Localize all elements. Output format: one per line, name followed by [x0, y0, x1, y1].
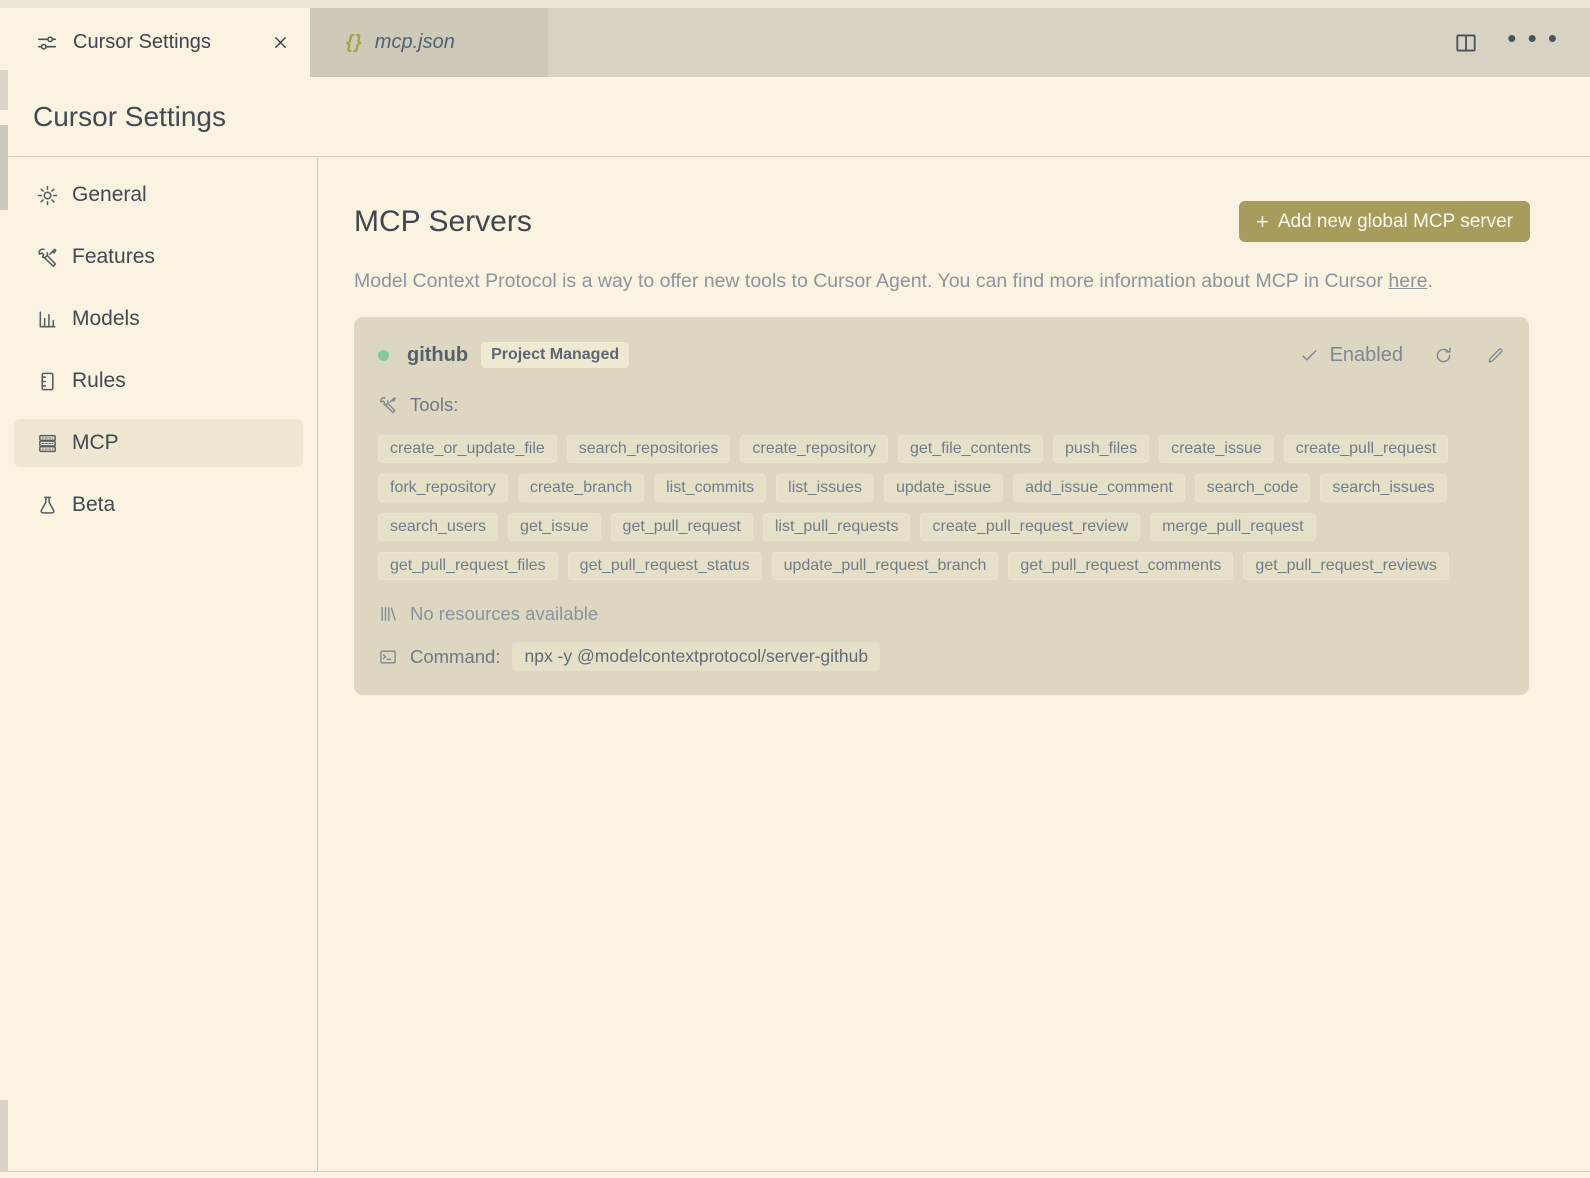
enabled-toggle[interactable]: Enabled	[1300, 344, 1403, 367]
tab-label: Cursor Settings	[73, 31, 211, 53]
tools-icon	[378, 395, 398, 415]
enabled-label: Enabled	[1329, 343, 1403, 366]
server-name: github	[407, 343, 469, 366]
command-value: npx -y @modelcontextprotocol/server-gith…	[512, 642, 881, 671]
sidebar-item-features[interactable]: Features	[14, 233, 303, 281]
edge-sliver	[0, 1100, 8, 1172]
tool-tag: list_pull_requests	[762, 513, 911, 541]
sliders-icon	[36, 32, 58, 54]
tool-tag: merge_pull_request	[1150, 513, 1316, 541]
bar-chart-icon	[36, 308, 59, 331]
sidebar-item-label: Features	[72, 245, 155, 268]
gear-icon	[36, 184, 59, 207]
page-header: Cursor Settings	[0, 77, 1590, 157]
page-title: Cursor Settings	[33, 100, 226, 132]
split-editor-icon[interactable]	[1453, 30, 1479, 56]
mcp-server-card-github: github Project Managed Enabled Tools: cr…	[354, 317, 1529, 695]
section-title: MCP Servers	[354, 204, 532, 238]
more-actions-icon[interactable]: • • •	[1507, 25, 1560, 58]
mcp-section-header: MCP Servers + Add new global MCP server	[354, 201, 1530, 242]
tool-tag: search_code	[1194, 474, 1311, 502]
sidebar-item-label: MCP	[72, 431, 119, 454]
tab-mcp-json[interactable]: {} mcp.json	[310, 8, 548, 77]
tools-tag-list: create_or_update_file search_repositorie…	[378, 435, 1505, 580]
terminal-icon	[378, 647, 398, 667]
sidebar-item-label: Rules	[72, 369, 126, 392]
sidebar-item-models[interactable]: Models	[14, 295, 303, 343]
description-period: .	[1427, 270, 1433, 292]
tools-row: Tools:	[378, 394, 1505, 416]
tool-tag: get_pull_request_comments	[1008, 552, 1234, 580]
tool-tag: list_issues	[776, 474, 874, 502]
tool-tag: create_or_update_file	[378, 435, 557, 463]
tool-tag: push_files	[1053, 435, 1150, 463]
server-card-actions: Enabled	[1300, 344, 1505, 367]
resources-text: No resources available	[410, 603, 599, 624]
tab-label: mcp.json	[374, 31, 455, 53]
tool-tag: create_pull_request	[1283, 435, 1449, 463]
tool-tag: create_repository	[740, 435, 889, 463]
mcp-description: Model Context Protocol is a way to offer…	[354, 264, 1529, 299]
tool-tag: create_pull_request_review	[920, 513, 1141, 541]
tool-tag: update_pull_request_branch	[771, 552, 999, 580]
close-icon[interactable]	[271, 33, 290, 52]
add-button-label: Add new global MCP server	[1277, 210, 1513, 232]
tools-label: Tools:	[410, 394, 459, 415]
command-label: Command:	[410, 645, 501, 667]
resources-row: No resources available	[378, 603, 1505, 625]
tool-tag: get_pull_request_files	[378, 552, 558, 580]
tool-tag: create_issue	[1159, 435, 1274, 463]
server-stack-icon	[36, 432, 59, 455]
tool-tag: search_repositories	[566, 435, 731, 463]
rules-icon	[36, 370, 59, 393]
settings-body: General Features Models Rules MCP Beta M…	[0, 158, 1590, 1172]
sidebar-item-rules[interactable]: Rules	[14, 357, 303, 405]
sidebar-item-beta[interactable]: Beta	[14, 481, 303, 529]
refresh-icon[interactable]	[1433, 345, 1454, 366]
tool-tag: search_users	[378, 513, 499, 541]
tool-tag: list_commits	[654, 474, 767, 502]
edge-sliver	[0, 125, 8, 210]
add-global-mcp-server-button[interactable]: + Add new global MCP server	[1238, 201, 1530, 242]
tool-tag: get_file_contents	[898, 435, 1044, 463]
tool-tag: create_branch	[517, 474, 645, 502]
tool-tag: fork_repository	[378, 474, 508, 502]
editor-tab-bar: Cursor Settings {} mcp.json • • •	[8, 8, 1590, 77]
sidebar-item-mcp[interactable]: MCP	[14, 419, 303, 467]
tool-tag: get_pull_request_status	[567, 552, 762, 580]
tools-icon	[36, 246, 59, 269]
sidebar-item-general[interactable]: General	[14, 171, 303, 219]
tab-cursor-settings[interactable]: Cursor Settings	[8, 8, 310, 77]
server-card-header: github Project Managed Enabled	[378, 341, 1505, 369]
cursor-settings-window: Cursor Settings {} mcp.json • • • Cursor…	[0, 0, 1590, 1178]
here-link[interactable]: here	[1388, 270, 1427, 292]
edge-sliver	[0, 70, 8, 110]
check-icon	[1302, 349, 1317, 360]
mcp-settings-panel: MCP Servers + Add new global MCP server …	[318, 158, 1590, 1171]
window-top-strip	[0, 0, 1590, 8]
tab-bar-actions: • • •	[1453, 8, 1590, 77]
json-braces-icon: {}	[346, 31, 363, 53]
tool-tag: get_pull_request	[610, 513, 753, 541]
sidebar-item-label: General	[72, 183, 147, 206]
flask-icon	[36, 494, 59, 517]
plus-icon: +	[1255, 208, 1269, 234]
library-icon	[378, 604, 398, 624]
tool-tag: get_pull_request_reviews	[1243, 552, 1449, 580]
tool-tag: get_issue	[508, 513, 601, 541]
settings-sidebar: General Features Models Rules MCP Beta	[0, 158, 318, 1171]
command-row: Command: npx -y @modelcontextprotocol/se…	[378, 642, 1505, 671]
tool-tag: search_issues	[1320, 474, 1447, 502]
edit-pencil-icon[interactable]	[1486, 346, 1505, 365]
tool-tag: add_issue_comment	[1013, 474, 1185, 502]
tool-tag: update_issue	[883, 474, 1004, 502]
sidebar-item-label: Beta	[72, 493, 116, 516]
description-text: Model Context Protocol is a way to offer…	[354, 270, 1389, 292]
server-status-dot	[378, 349, 389, 361]
sidebar-item-label: Models	[72, 307, 140, 330]
project-managed-badge: Project Managed	[480, 341, 631, 369]
